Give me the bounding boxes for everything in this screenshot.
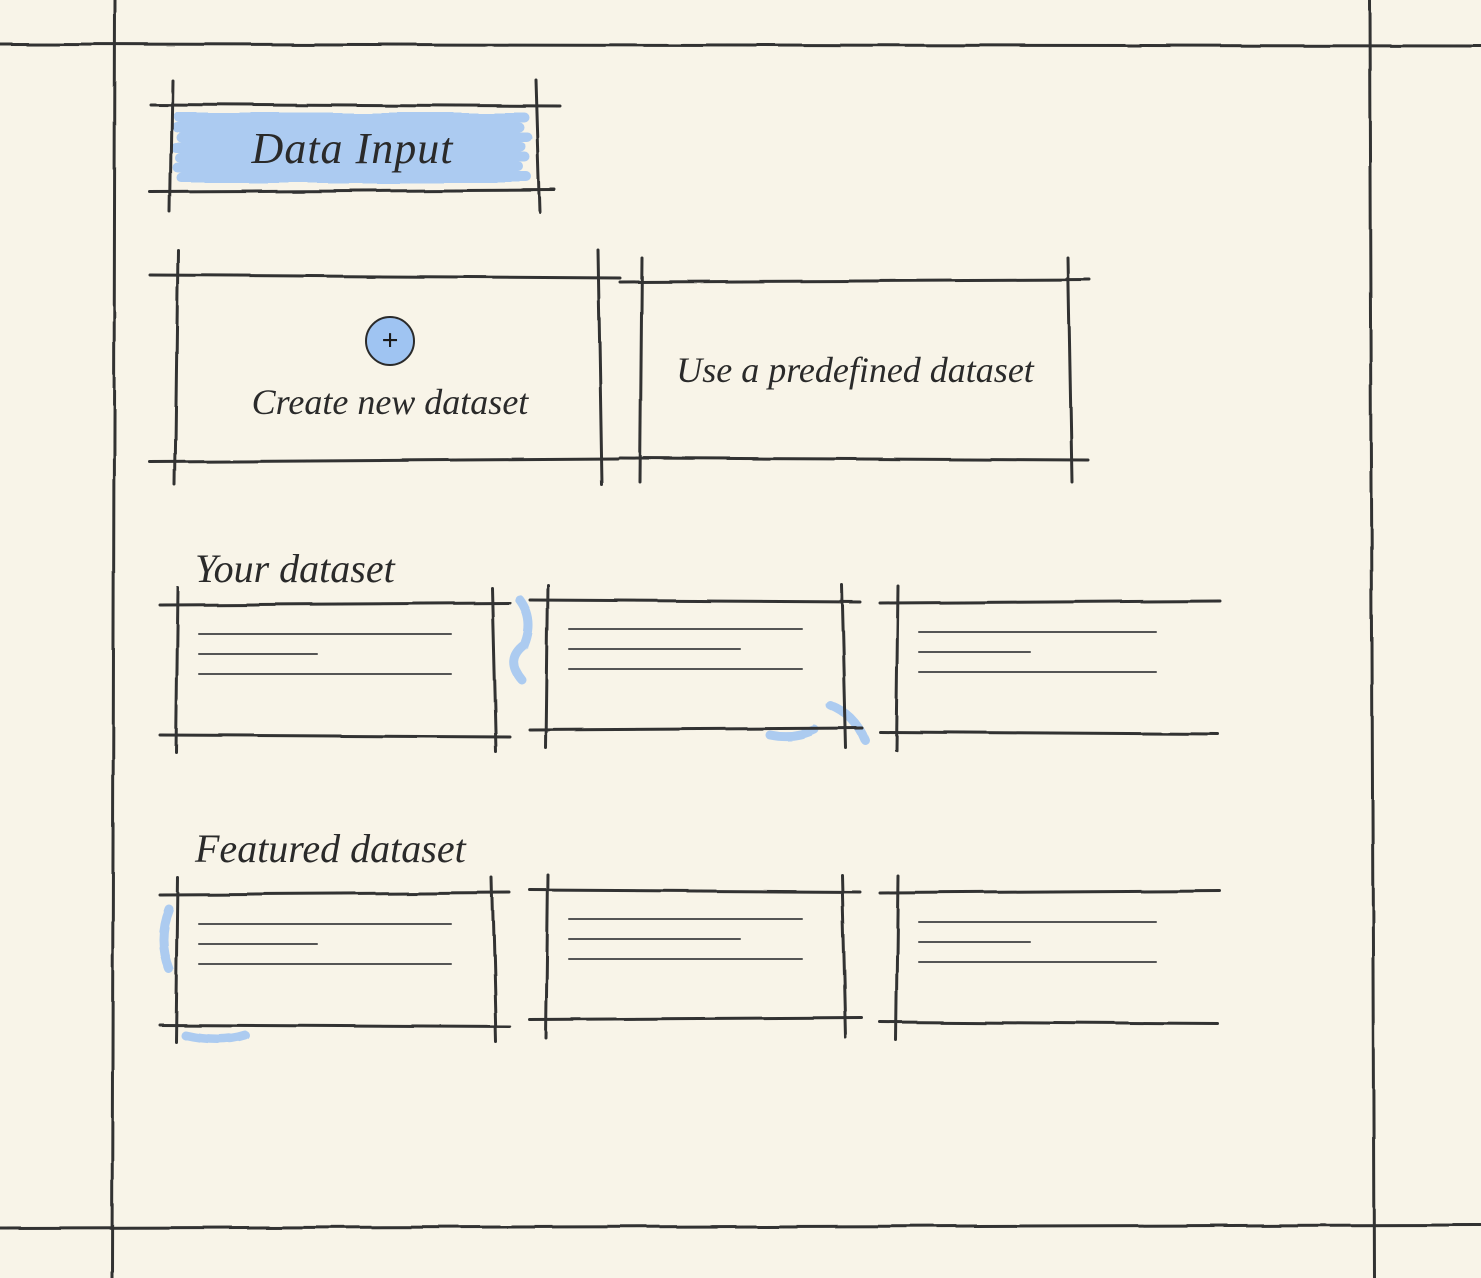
placeholder-lines	[568, 628, 815, 670]
your-dataset-card[interactable]	[178, 605, 493, 735]
your-datasets-heading: Your dataset	[195, 545, 395, 592]
placeholder-lines	[568, 918, 815, 960]
featured-dataset-card[interactable]	[548, 890, 843, 1020]
placeholder-lines	[198, 633, 465, 675]
plus-icon: +	[365, 316, 415, 366]
featured-datasets-heading: Featured dataset	[195, 825, 466, 872]
page-title-box: Data Input	[175, 108, 530, 188]
predefined-dataset-card[interactable]: Use a predefined dataset	[640, 275, 1070, 465]
your-dataset-card[interactable]	[548, 600, 843, 730]
predefined-dataset-label: Use a predefined dataset	[666, 348, 1044, 393]
create-dataset-card[interactable]: + Create new dataset	[175, 275, 605, 465]
featured-dataset-card[interactable]	[898, 893, 1198, 1023]
placeholder-lines	[918, 631, 1170, 673]
page-title: Data Input	[252, 123, 454, 174]
featured-dataset-card[interactable]	[178, 895, 493, 1025]
your-dataset-card[interactable]	[898, 603, 1198, 733]
create-dataset-label: Create new dataset	[242, 380, 539, 425]
placeholder-lines	[918, 921, 1170, 963]
placeholder-lines	[198, 923, 465, 965]
